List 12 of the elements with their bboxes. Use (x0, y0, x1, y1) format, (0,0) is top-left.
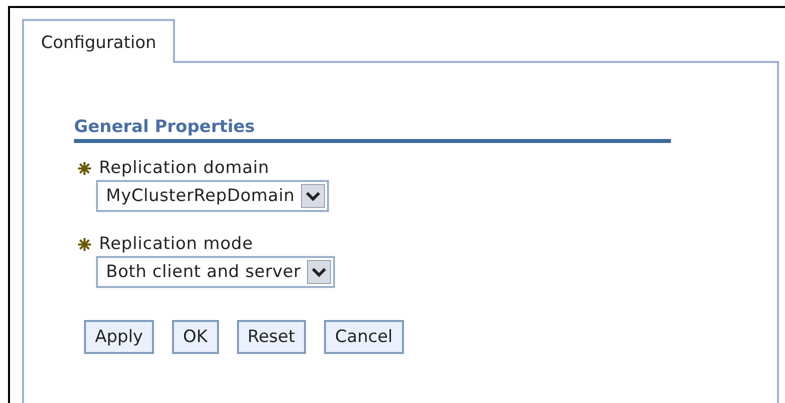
dropdown[interactable]: MyClusterRepDomain (96, 180, 329, 212)
dropdown[interactable]: Both client and server (96, 256, 335, 288)
form-button[interactable]: Cancel (324, 320, 404, 354)
form-button[interactable]: Reset (236, 320, 306, 354)
field-label: Replication domain (99, 158, 270, 178)
chevron-down-icon (306, 260, 331, 284)
field-label: Replication mode (99, 234, 254, 254)
configuration-tab[interactable]: Configuration (22, 19, 176, 63)
form-button[interactable]: Apply (84, 320, 154, 354)
section-heading: General Properties (74, 117, 671, 143)
form-button[interactable]: OK (172, 320, 219, 354)
chevron-down-icon (300, 184, 325, 208)
